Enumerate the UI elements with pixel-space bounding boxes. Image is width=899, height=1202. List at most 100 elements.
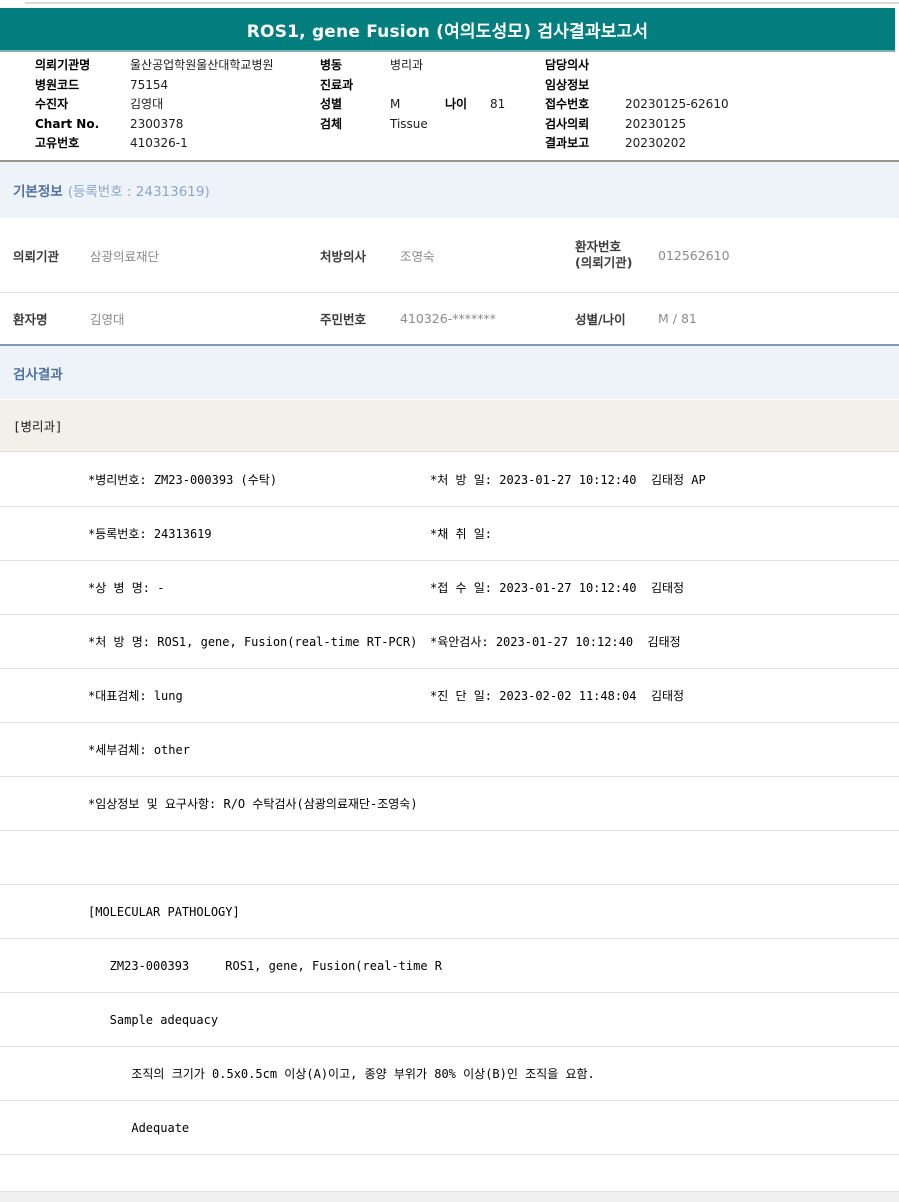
detail-left: *등록번호: 24313619 [88, 527, 212, 541]
field-value: 울산공업학원울산대학교병원 [130, 58, 274, 72]
field-value: Tissue [390, 116, 428, 131]
field-value: 20230125-62610 [625, 97, 729, 111]
header-field: 검사의뢰 20230125 [545, 115, 729, 135]
detail-row: Sample adequacy [0, 993, 899, 1047]
header-col-left: 의뢰기관명 울산공업학원울산대학교병원 병원코드 75154 수진자 김영대 Char… [35, 56, 274, 154]
field-label: 병원코드 [35, 77, 80, 92]
section-header-basic-info: 기본정보 (등록번호 : 24313619) [0, 160, 899, 218]
cell-value: 012562610 [658, 247, 730, 263]
header-field: 접수번호 20230125-62610 [545, 95, 729, 115]
report-title-bar: ROS1, gene Fusion (여의도성모) 검사결과보고서 [0, 8, 895, 52]
detail-left: *병리번호: ZM23-000393 (수탁) [88, 473, 278, 487]
header-field: 병원코드 75154 [35, 76, 274, 96]
detail-row: *임상정보 및 요구사항: R/O 수탁검사(삼광의료재단-조영숙) [0, 777, 899, 831]
header-field: 병동 병리과 [320, 56, 428, 76]
footer-strip [0, 1191, 899, 1202]
section-title: 기본정보 [13, 184, 63, 200]
field-label: Chart No. [35, 116, 100, 131]
cell-label: 의뢰기관 [13, 248, 60, 264]
field-value: M [390, 97, 401, 111]
field-label: 결과보고 [545, 136, 590, 150]
cell-value: 조영숙 [400, 248, 435, 264]
header-col-middle: 병동 병리과 진료과 성별 M 나이 81 검체 Tissue [320, 56, 505, 135]
field-value: 2300378 [130, 116, 184, 131]
field-label: 담당의사 [545, 58, 590, 72]
header-field: Chart No. 2300378 [35, 115, 274, 135]
detail-row: [MOLECULAR PATHOLOGY] [0, 885, 899, 939]
detail-left: [MOLECULAR PATHOLOGY] [88, 904, 240, 919]
field-label: 검체 [320, 116, 343, 131]
header-info: 의뢰기관명 울산공업학원울산대학교병원 병원코드 75154 수진자 김영대 Char… [0, 56, 899, 160]
age-field: 나이 81 [445, 95, 505, 115]
detail-row: *대표검체: lung *진 단 일: 2023-02-02 11:48:04 김… [0, 669, 899, 723]
result-detail-rows: *병리번호: ZM23-000393 (수탁) *처 방 일: 2023-01-2… [0, 453, 899, 1191]
top-divider [25, 2, 899, 4]
field-label: 임상정보 [545, 77, 590, 92]
cell-value: M / 81 [658, 311, 697, 326]
field-label: 접수번호 [545, 97, 590, 111]
cell-label: 성별/나이 [575, 312, 626, 327]
field-label: 고유번호 [35, 136, 80, 150]
field-label: 수진자 [35, 97, 69, 111]
cell-label: 환자번호 (의뢰기관) [575, 239, 633, 270]
table-row: 의뢰기관 삼광의료재단 처방의사 조영숙 환자번호 (의뢰기관) 01256261… [0, 218, 899, 293]
cell-value: 410326-******* [400, 311, 496, 326]
cell-value: 김영대 [90, 312, 125, 327]
detail-left: ZM23-000393 ROS1, gene, Fusion(real-time… [88, 958, 443, 973]
detail-left: *세부검체: other [88, 743, 190, 757]
field-label: 나이 [445, 97, 468, 111]
field-value: 김영대 [130, 97, 164, 111]
detail-right: *육안검사: 2023-01-27 10:12:40 김태정 [430, 635, 681, 649]
patient-info-table: 의뢰기관 삼광의료재단 처방의사 조영숙 환자번호 (의뢰기관) 01256261… [0, 218, 899, 344]
detail-row: *상 병 명: - *접 수 일: 2023-01-27 10:12:40 김태정 [0, 561, 899, 615]
detail-row-empty [0, 831, 899, 885]
detail-right: *채 취 일: [430, 527, 493, 541]
field-value: 병리과 [390, 58, 424, 72]
section-subtitle: (등록번호 : 24313619) [67, 184, 210, 200]
detail-row: *세부검체: other [0, 723, 899, 777]
header-field: 수진자 김영대 [35, 95, 274, 115]
section-title: 검사결과 [13, 366, 63, 383]
detail-row: ZM23-000393 ROS1, gene, Fusion(real-time… [0, 939, 899, 993]
detail-left: *대표검체: lung [88, 689, 183, 703]
header-field: 의뢰기관명 울산공업학원울산대학교병원 [35, 56, 274, 76]
department-category-row: [병리과] [0, 400, 899, 452]
detail-left: Sample adequacy [88, 1012, 219, 1027]
detail-left: *처 방 명: ROS1, gene, Fusion(real-time RT-… [88, 635, 418, 649]
field-label: 검사의뢰 [545, 116, 590, 131]
detail-row-empty [0, 1155, 899, 1191]
field-label: 성별 [320, 97, 343, 111]
field-label: 진료과 [320, 77, 354, 92]
field-value: 20230125 [625, 116, 687, 131]
cell-label: 환자명 [13, 312, 48, 327]
detail-right: *접 수 일: 2023-01-27 10:12:40 김태정 [430, 581, 685, 595]
cell-label: 주민번호 [320, 312, 367, 327]
page-title: ROS1, gene Fusion (여의도성모) 검사결과보고서 [246, 21, 649, 42]
header-field: 검체 Tissue [320, 115, 428, 135]
header-field: 임상정보 [545, 76, 729, 96]
field-value: 20230202 [625, 136, 687, 150]
header-field: 성별 M 나이 81 [320, 95, 505, 115]
detail-left: 조직의 크기가 0.5x0.5cm 이상(A)이고, 종양 부위가 80% 이상… [88, 1067, 595, 1081]
detail-right: *진 단 일: 2023-02-02 11:48:04 김태정 [430, 689, 685, 703]
field-label: 의뢰기관명 [35, 58, 91, 72]
table-row: 환자명 김영대 주민번호 410326-******* 성별/나이 M / 81 [0, 293, 899, 344]
cell-label: 처방의사 [320, 248, 367, 264]
header-field: 결과보고 20230202 [545, 134, 729, 154]
header-field: 담당의사 [545, 56, 729, 76]
detail-left: Adequate [88, 1120, 190, 1135]
detail-row: *처 방 명: ROS1, gene, Fusion(real-time RT-… [0, 615, 899, 669]
field-label: 병동 [320, 58, 343, 72]
detail-row: Adequate [0, 1101, 899, 1155]
detail-right: *처 방 일: 2023-01-27 10:12:40 김태정 AP [430, 473, 706, 487]
detail-row: *병리번호: ZM23-000393 (수탁) *처 방 일: 2023-01-2… [0, 453, 899, 507]
detail-left: *임상정보 및 요구사항: R/O 수탁검사(삼광의료재단-조영숙) [88, 797, 418, 811]
section-header-test-results: 검사결과 [0, 344, 899, 399]
cell-value: 삼광의료재단 [90, 248, 160, 264]
field-value: 75154 [130, 77, 169, 92]
detail-row: *등록번호: 24313619 *채 취 일: [0, 507, 899, 561]
category-label: [병리과] [13, 419, 63, 434]
field-value: 410326-1 [130, 136, 188, 150]
header-field: 진료과 [320, 76, 428, 96]
header-field: 고유번호 410326-1 [35, 134, 274, 154]
